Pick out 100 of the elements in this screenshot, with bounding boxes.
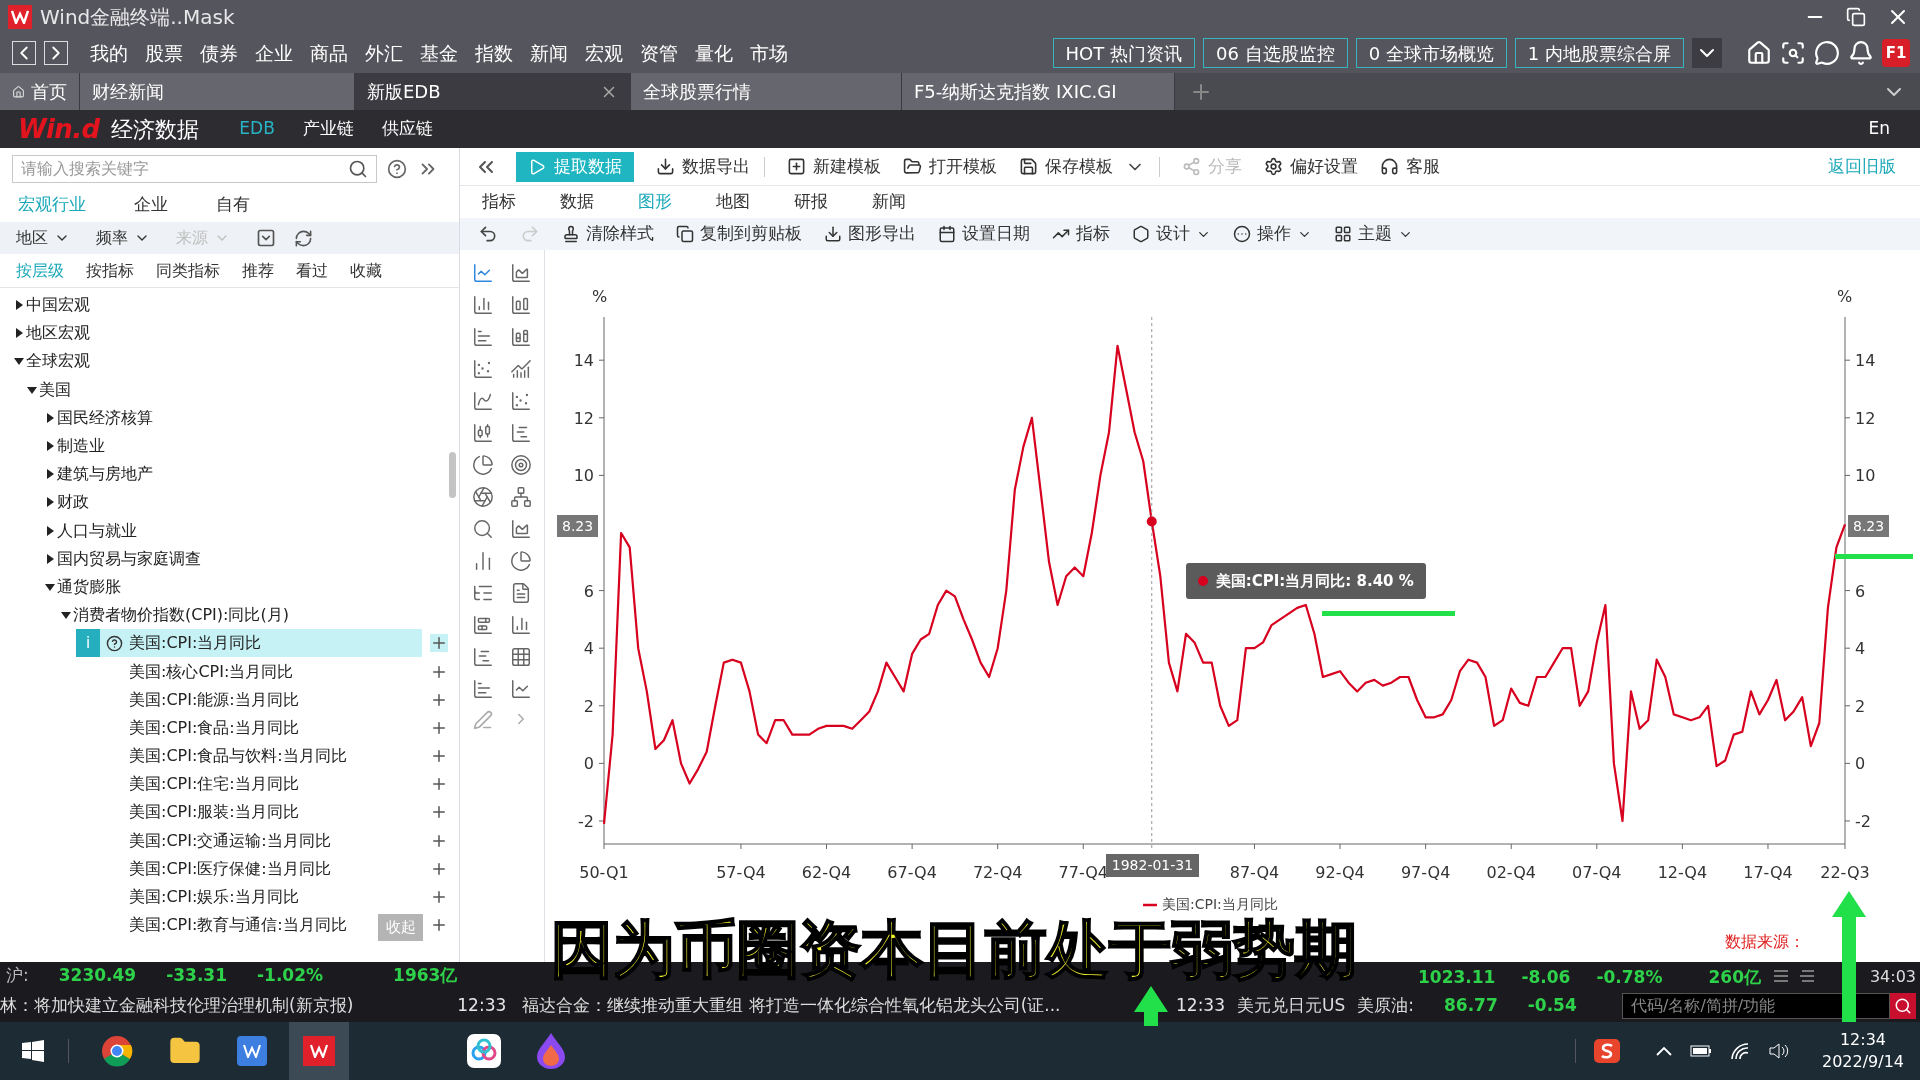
expanded-arrow-icon[interactable] [14, 356, 24, 367]
forward-icon[interactable] [44, 41, 68, 65]
search-input[interactable]: 请输入搜索关键字 [21, 157, 348, 181]
chart-type-icon[interactable] [472, 262, 494, 284]
menu-item[interactable]: 债券 [200, 38, 238, 68]
search-icon[interactable] [1890, 993, 1916, 1019]
chart-tool-button[interactable]: 图形导出 [824, 221, 916, 247]
menu-item[interactable]: 股票 [145, 38, 183, 68]
expanded-arrow-icon[interactable] [61, 610, 71, 621]
collapsed-arrow-icon[interactable] [45, 497, 55, 508]
search-icon[interactable] [348, 159, 368, 179]
page-tab[interactable]: 新版EDB [355, 73, 631, 110]
tree-node[interactable]: 制造业 [57, 434, 105, 459]
chart-type-icon[interactable] [510, 390, 532, 412]
tree-node[interactable]: 国民经济核算 [57, 405, 153, 430]
help-icon[interactable] [387, 159, 407, 179]
tree-node[interactable]: 消费者物价指数(CPI):同比(月) [73, 603, 289, 628]
chart-type-icon[interactable] [510, 262, 532, 284]
view-tab[interactable]: 看过 [296, 258, 328, 283]
chart-type-icon[interactable] [510, 358, 532, 380]
page-tab[interactable]: 首页 [0, 73, 80, 110]
category-tab[interactable]: 自有 [216, 192, 250, 218]
quick-access-button[interactable]: 0 全球市场概览 [1355, 38, 1507, 68]
search-field[interactable]: 请输入搜索关键字 [12, 155, 377, 183]
tree-node[interactable]: 通货膨胀 [57, 574, 121, 599]
chart-type-icon[interactable] [510, 646, 532, 668]
chart-type-icon[interactable] [472, 678, 494, 700]
indicator-label[interactable]: 美国:CPI:医疗保健:当月同比 [129, 856, 331, 881]
filter-dropdown[interactable]: 地区 [16, 226, 70, 250]
filter-dropdown[interactable]: 频率 [96, 226, 150, 250]
view-tab[interactable]: 按指标 [86, 258, 134, 283]
view-tab[interactable]: 指标 [482, 189, 516, 215]
indicator-label[interactable]: 美国:CPI:教育与通信:当月同比 [129, 913, 347, 938]
collapsed-arrow-icon[interactable] [45, 469, 55, 480]
screenshot-icon[interactable] [1780, 40, 1806, 66]
selected-indicator-row[interactable]: i 美国:CPI:当月同比 [76, 629, 422, 658]
tree-node[interactable]: 美国 [39, 377, 71, 402]
chart-type-icon[interactable] [472, 614, 494, 636]
news-headline[interactable]: 林：将加快建立金融科技伦理治理机制(新京报) [0, 993, 354, 1019]
indicator-label[interactable]: 美国:CPI:食品与饮料:当月同比 [129, 744, 347, 769]
collapsed-arrow-icon[interactable] [45, 525, 55, 536]
tree-node[interactable]: 地区宏观 [26, 321, 90, 346]
menu-item[interactable]: 宏观 [585, 38, 623, 68]
view-tab[interactable]: 数据 [560, 189, 594, 215]
chat-icon[interactable] [1814, 40, 1840, 66]
view-tab[interactable]: 推荐 [242, 258, 274, 283]
windows-start-icon[interactable] [22, 1040, 44, 1062]
indicator-label[interactable]: 美国:CPI:能源:当月同比 [129, 687, 299, 712]
back-icon[interactable] [12, 41, 36, 65]
chart-tool-button[interactable]: 设置日期 [938, 221, 1030, 247]
chart-type-icon[interactable] [472, 454, 494, 476]
chart-type-icon[interactable] [510, 518, 532, 540]
toolbar-button[interactable]: 数据导出 [656, 153, 750, 180]
cloud-app-icon[interactable] [467, 1034, 501, 1068]
restore-icon[interactable] [1846, 6, 1866, 27]
tree-node[interactable]: 国内贸易与家庭调查 [57, 546, 201, 571]
chart-tool-button[interactable]: 设计 [1132, 221, 1211, 247]
view-tab[interactable]: 同类指标 [156, 258, 220, 283]
menu-item[interactable]: 基金 [420, 38, 458, 68]
chart-type-icon[interactable] [472, 326, 494, 348]
chart-type-icon[interactable] [472, 294, 494, 316]
tree-node[interactable]: 全球宏观 [26, 349, 90, 374]
toolbar-button[interactable]: 偏好设置 [1264, 153, 1358, 180]
collapsed-arrow-icon[interactable] [45, 553, 55, 564]
collapsed-arrow-icon[interactable] [45, 441, 55, 452]
indicator-label[interactable]: 美国:CPI:住宅:当月同比 [129, 772, 299, 797]
show-hidden-icon[interactable] [1655, 1046, 1672, 1056]
page-tab[interactable]: 财经新闻 [80, 73, 355, 110]
toolbar-button[interactable]: 保存模板 [1019, 153, 1113, 180]
volume-icon[interactable] [1767, 1042, 1790, 1060]
indicator-label[interactable]: 美国:CPI:食品:当月同比 [129, 715, 299, 740]
menu-item[interactable]: 指数 [475, 38, 513, 68]
chart-type-icon[interactable] [472, 486, 494, 508]
browser-icon[interactable] [101, 1035, 133, 1067]
refresh-icon[interactable] [294, 228, 313, 248]
module-nav-tab[interactable]: EDB [239, 116, 275, 142]
tree-node[interactable]: 财政 [57, 490, 89, 515]
home-icon[interactable] [1746, 40, 1772, 66]
collapsed-arrow-icon[interactable] [14, 300, 24, 311]
collapsed-arrow-icon[interactable] [45, 412, 55, 423]
chart-type-icon[interactable] [472, 390, 494, 412]
battery-icon[interactable] [1689, 1044, 1712, 1058]
indicator-label[interactable]: 美国:CPI:当月同比 [129, 631, 262, 656]
menu-item[interactable]: 外汇 [365, 38, 403, 68]
wifi-icon[interactable] [1729, 1042, 1750, 1060]
scrollbar-thumb[interactable] [449, 452, 456, 498]
chart-type-icon[interactable] [472, 518, 494, 540]
quick-access-button[interactable]: HOT 热门资讯 [1052, 38, 1195, 68]
chart-tool-button[interactable]: 操作 [1233, 221, 1312, 247]
chart-type-icon[interactable] [510, 678, 532, 700]
menu-item[interactable]: 我的 [90, 38, 128, 68]
help-key-button[interactable]: F1 [1882, 39, 1910, 67]
menu-item[interactable]: 新闻 [530, 38, 568, 68]
chart-tool-button[interactable]: 清除样式 [562, 221, 654, 247]
dropdown-box-icon[interactable] [256, 228, 276, 248]
collapsed-arrow-icon[interactable] [14, 328, 24, 339]
toolbar-button[interactable]: 客服 [1380, 153, 1440, 180]
chart-type-icon[interactable] [510, 614, 532, 636]
indicator-label[interactable]: 美国:CPI:服装:当月同比 [129, 800, 299, 825]
drop-app-icon[interactable] [537, 1033, 565, 1069]
